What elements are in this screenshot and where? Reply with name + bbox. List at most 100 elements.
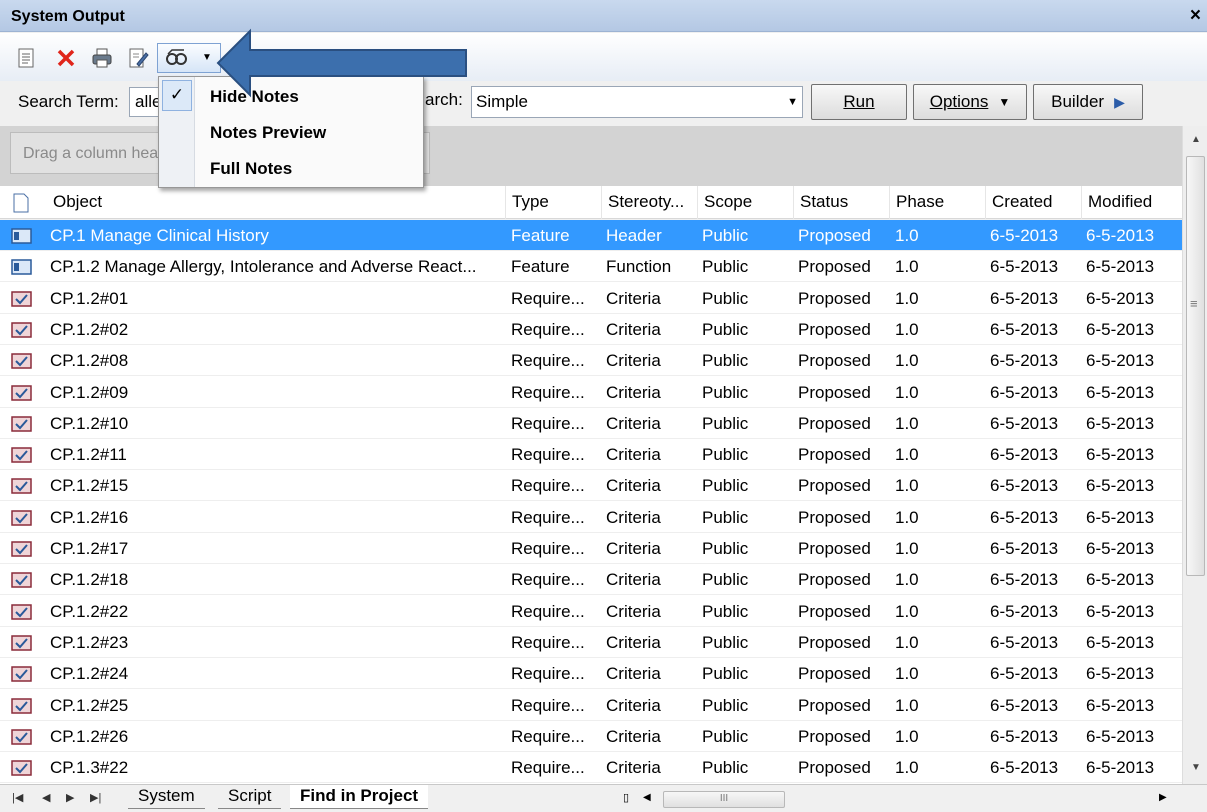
scroll-right-icon[interactable]: ▶ bbox=[1159, 792, 1167, 803]
table-row[interactable]: CP.1.2#26 Require... Criteria Public Propose… bbox=[0, 721, 1182, 752]
requirement-icon bbox=[11, 384, 32, 401]
search-type-select[interactable]: Simple ▼ bbox=[471, 86, 803, 118]
cell-phase: 1.0 bbox=[895, 601, 919, 621]
builder-button[interactable]: Builder ▶ bbox=[1033, 84, 1143, 120]
cell-type: Require... bbox=[511, 695, 585, 715]
notes-filter-button[interactable]: ▼ bbox=[157, 43, 221, 73]
window-title: System Output bbox=[11, 8, 125, 25]
horizontal-scroll-thumb[interactable]: III bbox=[663, 791, 785, 808]
column-header-modified[interactable]: Modified bbox=[1081, 186, 1152, 219]
bottom-bar: |◀ ◀ ▶ ▶| System Script Find in Project … bbox=[0, 784, 1207, 812]
cell-status: Proposed bbox=[798, 445, 871, 465]
chevron-down-icon[interactable]: ▼ bbox=[202, 52, 212, 63]
cell-object: CP.1.2#15 bbox=[50, 476, 129, 496]
vertical-scrollbar[interactable]: ▲ ≡ ▼ bbox=[1182, 126, 1207, 784]
cell-object: CP.1.3#22 bbox=[50, 758, 129, 778]
cell-type: Require... bbox=[511, 507, 585, 527]
cell-scope: Public bbox=[702, 726, 749, 746]
cell-stereotype: Criteria bbox=[606, 507, 661, 527]
cell-stereotype: Criteria bbox=[606, 601, 661, 621]
table-row[interactable]: CP.1.2#22 Require... Criteria Public Propose… bbox=[0, 596, 1182, 627]
run-button[interactable]: Run bbox=[811, 84, 907, 120]
requirement-icon bbox=[11, 416, 32, 432]
delete-icon[interactable] bbox=[54, 46, 78, 70]
column-header-created[interactable]: Created bbox=[985, 186, 1052, 219]
cell-scope: Public bbox=[702, 601, 749, 621]
new-document-icon[interactable] bbox=[14, 46, 38, 70]
cell-type: Require... bbox=[511, 664, 585, 684]
cell-stereotype: Criteria bbox=[606, 319, 661, 339]
horizontal-scrollbar[interactable]: ▯ ◀ III ▶ bbox=[623, 791, 1173, 808]
cell-phase: 1.0 bbox=[895, 288, 919, 308]
first-tab-icon[interactable]: |◀ bbox=[12, 791, 23, 804]
menu-item-full-notes[interactable]: Full Notes bbox=[210, 159, 292, 179]
scroll-splitter-icon[interactable]: ▯ bbox=[623, 791, 629, 804]
requirement-icon bbox=[11, 290, 32, 307]
requirement-icon bbox=[11, 603, 32, 620]
cell-type: Require... bbox=[511, 288, 585, 308]
tab-system[interactable]: System bbox=[128, 785, 205, 809]
cell-scope: Public bbox=[702, 632, 749, 652]
tab-script[interactable]: Script bbox=[218, 785, 282, 809]
table-row[interactable]: CP.1.2#09 Require... Criteria Public Propose… bbox=[0, 377, 1182, 408]
column-header-stereotype[interactable]: Stereoty... bbox=[601, 186, 684, 219]
cell-stereotype: Criteria bbox=[606, 539, 661, 558]
cell-scope: Public bbox=[702, 539, 749, 558]
edit-icon[interactable] bbox=[126, 46, 150, 70]
cell-phase: 1.0 bbox=[895, 351, 919, 371]
table-row[interactable]: CP.1.2#18 Require... Criteria Public Propose… bbox=[0, 564, 1182, 596]
table-row[interactable]: CP.1.2#16 Require... Criteria Public Propose… bbox=[0, 502, 1182, 533]
cell-stereotype: Criteria bbox=[606, 382, 661, 402]
column-header-object[interactable]: Object bbox=[47, 186, 102, 219]
scroll-down-icon[interactable]: ▼ bbox=[1191, 762, 1201, 773]
table-row[interactable]: CP.1 Manage Clinical History Feature Heade… bbox=[0, 220, 1182, 251]
column-header-scope[interactable]: Scope bbox=[697, 186, 752, 219]
cell-modified: 6-5-2013 bbox=[1086, 758, 1155, 778]
cell-type: Require... bbox=[511, 601, 585, 621]
cell-status: Proposed bbox=[798, 257, 871, 277]
table-row[interactable]: CP.1.2 Manage Allergy, Intolerance and A… bbox=[0, 251, 1182, 283]
cell-stereotype: Header bbox=[606, 226, 662, 245]
cell-object: CP.1.2#10 bbox=[50, 413, 129, 433]
table-row[interactable]: CP.1.3#22 Require... Criteria Public Propose… bbox=[0, 752, 1182, 784]
scroll-up-icon[interactable]: ▲ bbox=[1191, 134, 1201, 145]
cell-type: Require... bbox=[511, 413, 585, 433]
cell-created: 6-5-2013 bbox=[990, 695, 1059, 715]
cell-modified: 6-5-2013 bbox=[1086, 413, 1155, 433]
column-header-phase[interactable]: Phase bbox=[889, 186, 944, 219]
cell-type: Require... bbox=[511, 726, 585, 746]
table-row[interactable]: CP.1.2#11 Require... Criteria Public Propose… bbox=[0, 439, 1182, 471]
column-header-type[interactable]: Type bbox=[505, 186, 549, 219]
cell-scope: Public bbox=[702, 758, 749, 778]
scroll-left-icon[interactable]: ◀ bbox=[643, 792, 651, 803]
print-icon[interactable] bbox=[90, 46, 114, 70]
previous-tab-icon[interactable]: ◀ bbox=[42, 791, 50, 804]
table-row[interactable]: CP.1.2#08 Require... Criteria Public Propose… bbox=[0, 345, 1182, 377]
table-row[interactable]: CP.1.2#24 Require... Criteria Public Propose… bbox=[0, 658, 1182, 690]
table-row[interactable]: CP.1.2#23 Require... Criteria Public Propose… bbox=[0, 627, 1182, 658]
menu-item-notes-preview[interactable]: Notes Preview bbox=[210, 123, 326, 143]
cell-phase: 1.0 bbox=[895, 726, 919, 746]
close-icon[interactable]: × bbox=[1190, 5, 1201, 27]
options-button[interactable]: Options ▼ bbox=[913, 84, 1027, 120]
column-header-status[interactable]: Status bbox=[793, 186, 848, 219]
next-tab-icon[interactable]: ▶ bbox=[66, 791, 74, 804]
cell-modified: 6-5-2013 bbox=[1086, 664, 1155, 684]
tab-find-in-project[interactable]: Find in Project bbox=[290, 785, 429, 809]
table-row[interactable]: CP.1.2#17 Require... Criteria Public Propose… bbox=[0, 533, 1182, 564]
scroll-thumb[interactable] bbox=[1186, 156, 1205, 576]
requirement-icon bbox=[11, 322, 32, 338]
cell-modified: 6-5-2013 bbox=[1086, 570, 1155, 590]
cell-modified: 6-5-2013 bbox=[1086, 695, 1155, 715]
table-row[interactable]: CP.1.2#01 Require... Criteria Public Propose… bbox=[0, 283, 1182, 314]
options-button-label: Options bbox=[929, 92, 989, 111]
requirement-icon bbox=[11, 697, 32, 714]
table-row[interactable]: CP.1.2#10 Require... Criteria Public Propose… bbox=[0, 408, 1182, 439]
cell-status: Proposed bbox=[798, 319, 871, 339]
cell-created: 6-5-2013 bbox=[990, 226, 1059, 245]
table-row[interactable]: CP.1.2#02 Require... Criteria Public Propose… bbox=[0, 314, 1182, 345]
last-tab-icon[interactable]: ▶| bbox=[90, 791, 101, 804]
table-row[interactable]: CP.1.2#25 Require... Criteria Public Propose… bbox=[0, 690, 1182, 721]
cell-status: Proposed bbox=[798, 758, 871, 778]
table-row[interactable]: CP.1.2#15 Require... Criteria Public Propose… bbox=[0, 470, 1182, 502]
